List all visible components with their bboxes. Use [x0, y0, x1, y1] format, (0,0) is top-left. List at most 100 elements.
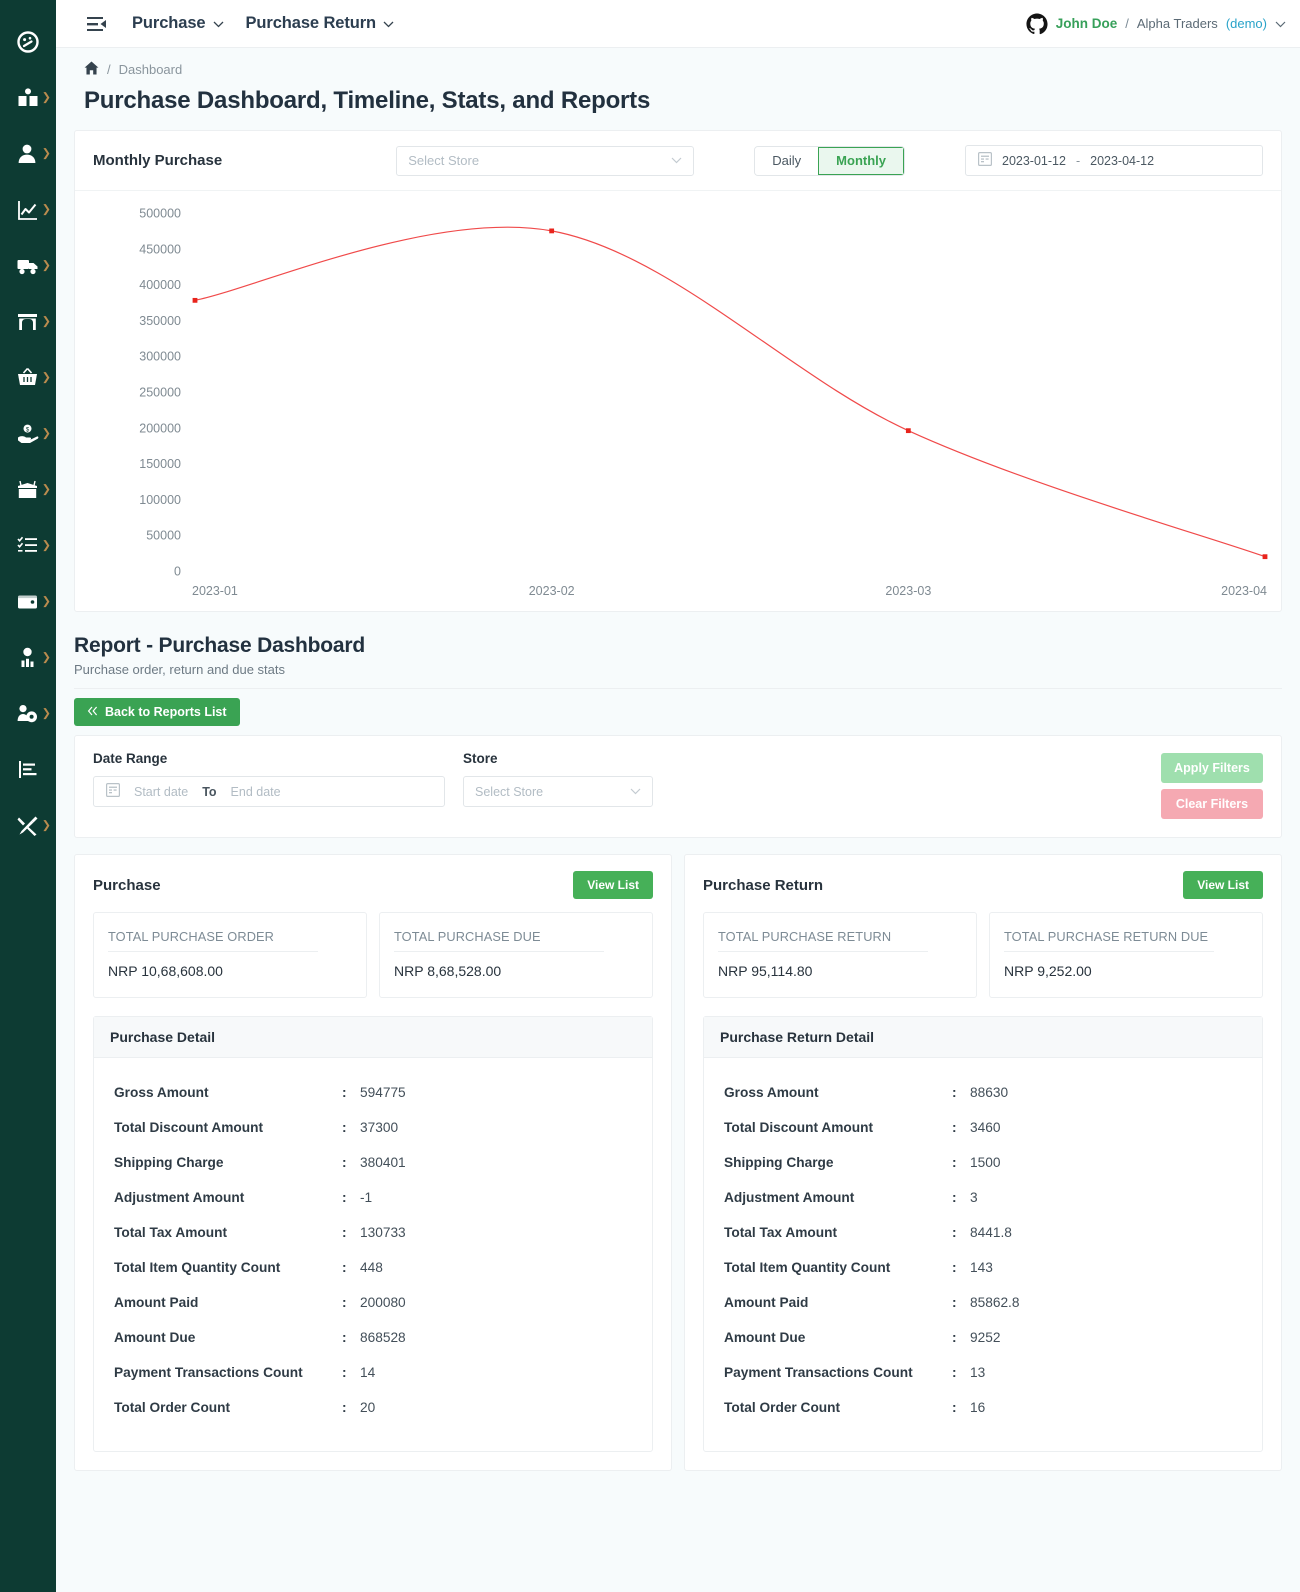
chevron-down-icon [630, 786, 641, 798]
view-list-button[interactable]: View List [573, 871, 653, 899]
svg-text:2023-03: 2023-03 [885, 584, 931, 598]
report-panels: Purchase View List TOTAL PURCHASE ORDER NRP… [74, 854, 1282, 1471]
sidebar-item-catalog[interactable]: ❯ [0, 70, 56, 126]
breadcrumb-current[interactable]: Dashboard [119, 62, 183, 77]
detail-row-colon: : [342, 1085, 347, 1100]
calendar-icon [106, 782, 121, 802]
table-row: Total Tax Amount:8441.8 [704, 1215, 1262, 1250]
detail-row-colon: : [342, 1225, 347, 1240]
table-row: Payment Transactions Count:14 [94, 1355, 652, 1390]
detail-row-value: 143 [970, 1260, 993, 1275]
nav-item-purchase[interactable]: Purchase [132, 14, 224, 33]
sidebar-item-purchase[interactable]: ❯ [0, 350, 56, 406]
sidebar-item-hr[interactable]: ❯ [0, 630, 56, 686]
hamburger-collapse-icon[interactable] [84, 13, 110, 35]
filter-store-select[interactable]: Select Store [463, 776, 653, 807]
account-menu[interactable]: John Doe / Alpha Traders (demo) [1026, 12, 1286, 35]
detail-row-value: 3 [970, 1190, 978, 1205]
sidebar-item-user-management[interactable]: ❯ [0, 686, 56, 742]
detail-row-label: Total Discount Amount [724, 1120, 874, 1135]
sidebar-item-store[interactable]: ❯ [0, 294, 56, 350]
panel-header: Purchase Return View List [703, 871, 1263, 899]
chart-date-range-picker[interactable]: 2023-01-12 - 2023-04-12 [965, 145, 1263, 176]
breadcrumb-separator: / [107, 62, 111, 77]
filter-end-date-input[interactable]: End date [231, 785, 281, 799]
period-daily-button[interactable]: Daily [755, 146, 819, 175]
detail-row-value: 868528 [360, 1330, 406, 1345]
report-header: Report - Purchase Dashboard Purchase ord… [56, 612, 1300, 726]
chart-store-select[interactable]: Select Store [396, 145, 695, 176]
bar-chart-icon [17, 759, 39, 781]
detail-row-label: Total Item Quantity Count [114, 1260, 281, 1275]
filter-date-range-input[interactable]: Start date To End date [93, 776, 445, 807]
breadcrumb: / Dashboard [84, 61, 1272, 78]
period-monthly-button[interactable]: Monthly [818, 146, 904, 175]
apply-filters-button[interactable]: Apply Filters [1161, 753, 1263, 783]
account-user-name: John Doe [1055, 16, 1118, 31]
svg-text:250000: 250000 [139, 386, 181, 400]
view-list-button[interactable]: View List [1183, 871, 1263, 899]
svg-text:400000: 400000 [139, 278, 181, 292]
stat-card: TOTAL PURCHASE RETURN NRP 95,114.80 [703, 912, 977, 998]
detail-row-colon: : [342, 1120, 347, 1135]
top-navbar: Purchase Purchase Return John Doe / Alph… [56, 0, 1300, 48]
table-row: Shipping Charge:380401 [94, 1145, 652, 1180]
nav-item-purchase-label: Purchase [132, 14, 206, 32]
detail-row-value: 13 [970, 1365, 986, 1380]
detail-row-colon: : [342, 1295, 347, 1310]
speedometer-icon [17, 31, 39, 53]
chart-date-dash: - [1075, 153, 1081, 168]
svg-text:300000: 300000 [139, 350, 181, 364]
detail-row-value: 200080 [360, 1295, 406, 1310]
top-nav-links: Purchase Purchase Return [132, 14, 394, 33]
panel-title: Purchase [93, 876, 161, 894]
stat-label: TOTAL PURCHASE RETURN DUE [1004, 929, 1214, 952]
detail-row-value: 380401 [360, 1155, 406, 1170]
home-icon[interactable] [84, 61, 99, 78]
table-row: Gross Amount:594775 [94, 1075, 652, 1110]
sidebar-item-inventory[interactable]: ❯ [0, 462, 56, 518]
sidebar-item-expense[interactable]: $ ❯ [0, 406, 56, 462]
detail-row-label: Payment Transactions Count [724, 1365, 913, 1380]
detail-row-label: Total Order Count [114, 1400, 231, 1415]
sidebar-item-settings[interactable]: ❯ [0, 798, 56, 854]
table-row: Shipping Charge:1500 [704, 1145, 1262, 1180]
clear-filters-button[interactable]: Clear Filters [1161, 789, 1263, 819]
account-demo-label: (demo) [1225, 16, 1267, 31]
table-row: Adjustment Amount: -1 [94, 1180, 652, 1215]
filter-start-date-input[interactable]: Start date [134, 785, 188, 799]
stat-value: NRP 8,68,528.00 [394, 963, 502, 979]
sidebar-item-customers[interactable]: ❯ [0, 126, 56, 182]
filter-store-label: Store [463, 751, 498, 766]
sidebar-item-tasks[interactable]: ❯ [0, 518, 56, 574]
detail-table-body: Gross Amount:88630 Total Discount Amount:… [704, 1058, 1262, 1451]
report-filters: Date Range Start date To End date Store … [74, 735, 1282, 838]
detail-row-label: Gross Amount [724, 1085, 819, 1100]
back-to-reports-list-button[interactable]: Back to Reports List [74, 698, 240, 726]
hand-money-icon: $ [17, 423, 39, 445]
svg-text:500000: 500000 [139, 207, 181, 221]
filter-store: Store Select Store [463, 751, 653, 807]
chevron-down-icon [383, 14, 394, 33]
detail-row-label: Payment Transactions Count [114, 1365, 303, 1380]
nav-item-purchase-return[interactable]: Purchase Return [246, 14, 395, 33]
sidebar-item-accounts[interactable]: ❯ [0, 574, 56, 630]
chevron-down-icon [213, 14, 224, 33]
sidebar-item-sales[interactable]: ❯ [0, 182, 56, 238]
box-open-icon [17, 479, 39, 501]
table-row: Adjustment Amount:3 [704, 1180, 1262, 1215]
sidebar-item-reports[interactable] [0, 742, 56, 798]
sidebar-item-dashboard[interactable] [0, 14, 56, 70]
stat-row: TOTAL PURCHASE ORDER NRP 10,68,608.00 TOTA… [93, 912, 653, 998]
detail-row-colon: : [952, 1260, 957, 1275]
detail-row-value: 16 [970, 1400, 986, 1415]
monthly-purchase-chart: 0 50000 100000 150000 200000 250000 300000 3500… [75, 191, 1281, 611]
sidebar-item-shipping[interactable]: ❯ [0, 238, 56, 294]
chevron-down-icon[interactable] [1275, 16, 1286, 31]
detail-row-label: Adjustment Amount [724, 1190, 855, 1205]
chart-period-toggle: Daily Monthly [754, 145, 905, 176]
detail-row-value: 8441.8 [970, 1225, 1012, 1240]
chevron-right-icon: ❯ [41, 427, 51, 440]
chart-line-icon [17, 199, 39, 221]
detail-row-colon: : [952, 1155, 957, 1170]
